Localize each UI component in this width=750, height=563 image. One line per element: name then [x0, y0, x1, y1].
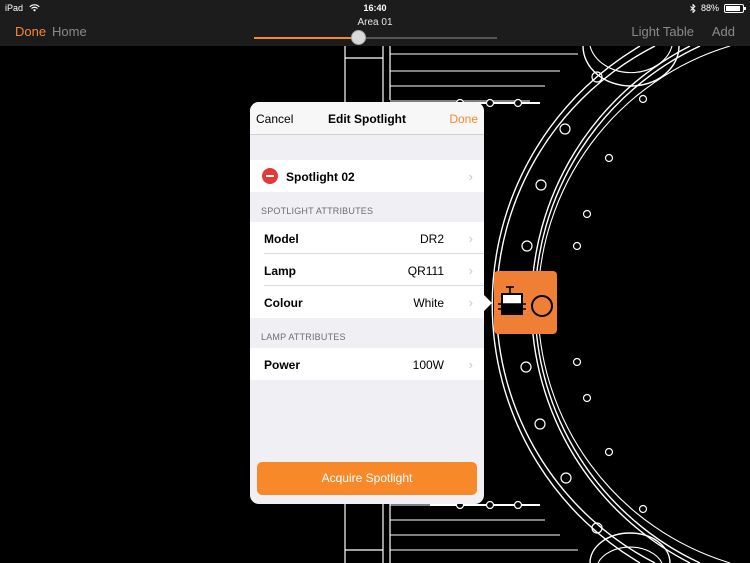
area-slider[interactable]	[254, 30, 497, 45]
chevron-right-icon: ›	[468, 357, 473, 372]
colour-value: White	[413, 296, 444, 310]
minus-circle-icon[interactable]	[262, 168, 278, 184]
status-bar: iPad 16:40 88%	[0, 0, 750, 16]
slider-fill	[254, 37, 359, 39]
model-label: Model	[264, 232, 299, 246]
lamp-row[interactable]: Lamp QR111 ›	[250, 254, 484, 286]
slider-thumb[interactable]	[351, 30, 367, 45]
spotlight-fixture-icon[interactable]	[494, 271, 557, 334]
spotlight-name-row[interactable]: Spotlight 02 ›	[250, 160, 484, 192]
chevron-right-icon: ›	[468, 295, 473, 310]
edit-spotlight-popover: Cancel Edit Spotlight Done Spotlight 02 …	[250, 102, 484, 504]
colour-label: Colour	[264, 296, 303, 310]
lamp-value: QR111	[407, 264, 444, 278]
chevron-right-icon: ›	[468, 169, 473, 184]
lamp-label: Lamp	[264, 264, 297, 278]
colour-row[interactable]: Colour White ›	[250, 286, 484, 318]
model-row[interactable]: Model DR2 ›	[250, 222, 484, 254]
nav-bar: Done Home Area 01 Light Table Add	[0, 16, 750, 46]
power-value: 100W	[412, 358, 444, 372]
lamp-attributes-header: LAMP ATTRIBUTES	[261, 332, 346, 342]
model-value: DR2	[419, 232, 444, 246]
acquire-spotlight-button[interactable]: Acquire Spotlight	[257, 462, 477, 495]
popover-header: Cancel Edit Spotlight Done	[250, 102, 484, 135]
popover-arrow	[483, 294, 492, 312]
add-button[interactable]: Add	[712, 24, 735, 39]
spotlight-name: Spotlight 02	[286, 170, 355, 184]
battery-percent: 88%	[700, 3, 719, 13]
power-row[interactable]: Power 100W ›	[250, 348, 484, 380]
bluetooth-icon	[690, 3, 696, 13]
spotlight-attributes-header: SPOTLIGHT ATTRIBUTES	[261, 206, 374, 216]
power-label: Power	[264, 358, 301, 372]
chevron-right-icon: ›	[468, 263, 473, 278]
chevron-right-icon: ›	[468, 231, 473, 246]
light-table-button[interactable]: Light Table	[631, 24, 694, 39]
status-time: 16:40	[363, 3, 387, 13]
battery-icon	[724, 3, 746, 13]
fixture-drawing	[498, 286, 553, 317]
popover-done-button[interactable]: Done	[449, 112, 478, 126]
